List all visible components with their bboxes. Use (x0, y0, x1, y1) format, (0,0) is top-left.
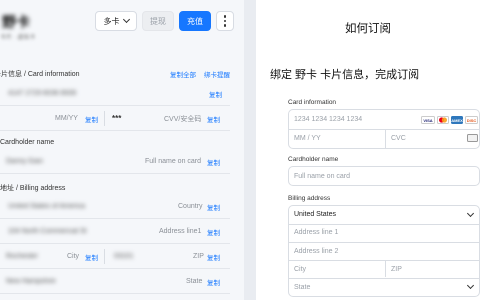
address2-input[interactable]: Address line 2 (294, 248, 338, 255)
zip-placeholder: ZIP (193, 253, 204, 260)
chevron-down-icon (466, 281, 475, 290)
country-placeholder: Country (178, 203, 203, 210)
card-info-actions: 复制全部 绑卡提醒 (170, 69, 230, 79)
form-divider (289, 129, 479, 130)
holder-title: Cardholder name (0, 139, 55, 146)
amex-icon: AMEX (451, 116, 463, 124)
state-select[interactable]: State (294, 284, 310, 291)
multi-card-dropdown[interactable]: 多卡 (95, 11, 137, 31)
billing-section: 账单地址 / Billing address (0, 183, 244, 193)
card-toolbar: 多卡 提现 充值 (95, 11, 234, 31)
multi-card-label: 多卡 (103, 16, 120, 26)
cvc-card-icon (467, 134, 478, 142)
expiry-input[interactable]: MM / YY (294, 135, 321, 142)
chevron-down-icon (466, 209, 475, 218)
copy-all-link[interactable]: 复制全部 (170, 69, 196, 79)
mastercard-icon (437, 116, 449, 124)
copy-expiry-button[interactable]: 复制 (85, 114, 98, 124)
discover-icon: DISC (465, 116, 478, 124)
billing-title: 账单地址 / Billing address (0, 185, 66, 192)
form-divider (385, 129, 386, 148)
zip-value: 03101 (114, 253, 134, 260)
address1-input[interactable]: Address line 1 (294, 229, 338, 236)
form-divider (385, 260, 386, 277)
city-input[interactable]: City (294, 266, 306, 273)
state-value: New Hampshire (6, 278, 56, 285)
card-number-value: 4147 2729 6036 8939 (8, 90, 77, 97)
copy-holder-button[interactable]: 复制 (207, 157, 220, 167)
copy-card-number-button[interactable]: 复制 (209, 89, 222, 99)
card-subtitle: 卡片 · 虚拟卡 (0, 35, 36, 41)
holder-input[interactable]: Full name on card (294, 173, 350, 180)
cvv-value: *** (112, 114, 122, 123)
bind-card-link[interactable]: 绑卡提醒 (204, 69, 230, 79)
card-info-label: Card information (288, 99, 337, 106)
copy-address1-button[interactable]: 复制 (207, 227, 220, 237)
card-info-form: 1234 1234 1234 1234 VISA AMEX DISC MM / … (288, 109, 480, 149)
guide-subtitle: 绑定 野卡 卡片信息，完成订阅 (270, 69, 420, 81)
subscription-guide-panel: 如何订阅 绑定 野卡 卡片信息，完成订阅 Card information 12… (256, 0, 480, 300)
row-divider (104, 111, 105, 126)
country-select[interactable]: United States (294, 211, 336, 218)
holder-section: Cardholder name (0, 139, 244, 146)
billing-label: Billing address (288, 195, 331, 202)
card-details-panel: 野卡 卡片 · 虚拟卡 多卡 提现 充值 卡片信息 / Card informa… (0, 0, 244, 300)
card-info-section: 卡片信息 / Card information 复制全部 绑卡提醒 (0, 69, 244, 79)
row-divider (104, 249, 105, 264)
copy-zip-button[interactable]: 复制 (207, 252, 220, 262)
city-placeholder: City (67, 253, 80, 260)
billing-form: United States Address line 1 Address lin… (288, 205, 480, 297)
zip-input[interactable]: ZIP (391, 266, 402, 273)
copy-country-button[interactable]: 复制 (207, 202, 220, 212)
holder-placeholder: Full name on card (145, 158, 202, 165)
form-divider (289, 278, 479, 279)
expiry-placeholder: MM/YY (55, 115, 78, 122)
copy-cvv-button[interactable]: 复制 (207, 114, 220, 124)
more-vertical-icon (223, 15, 227, 27)
state-placeholder: State (186, 278, 203, 285)
form-divider (289, 260, 479, 261)
chevron-down-icon (122, 15, 130, 24)
form-divider (289, 224, 479, 225)
topup-button[interactable]: 充值 (179, 11, 211, 31)
card-name: 野卡 (2, 14, 30, 30)
state-row: New Hampshire State 复制 (0, 270, 230, 294)
form-divider (289, 242, 479, 243)
address1-placeholder: Address line1 (159, 228, 202, 235)
expiry-cvv-row: MM/YY 复制 *** CVV/安全码 复制 (0, 107, 230, 131)
more-options-button[interactable] (216, 11, 234, 31)
card-number-row: 4147 2729 6036 8939 复制 (0, 82, 230, 106)
holder-label: Cardholder name (288, 156, 339, 163)
holder-input-box: Full name on card (288, 166, 480, 186)
country-row: United States of America Country 复制 (0, 195, 230, 219)
address1-value: 104 North Commercial St (8, 228, 87, 235)
address1-row: 104 North Commercial St Address line1 复制 (0, 220, 230, 244)
city-zip-row: Rochester City 复制 03101 ZIP 复制 (0, 245, 230, 269)
visa-icon: VISA (421, 116, 435, 124)
guide-title: 如何订阅 (345, 23, 391, 35)
screen: 野卡 卡片 · 虚拟卡 多卡 提现 充值 卡片信息 / Card informa… (0, 0, 480, 300)
holder-value: Danny Gian (6, 158, 43, 165)
holder-row: Danny Gian Full name on card 复制 (0, 150, 230, 174)
copy-city-button[interactable]: 复制 (85, 252, 98, 262)
withdraw-button[interactable]: 提现 (142, 11, 174, 31)
country-value: United States of America (8, 203, 86, 210)
copy-state-button[interactable]: 复制 (207, 277, 220, 287)
city-value: Rochester (6, 253, 38, 260)
cvv-placeholder: CVV/安全码 (164, 115, 202, 123)
card-number-input[interactable]: 1234 1234 1234 1234 (294, 116, 362, 123)
cvc-input[interactable]: CVC (391, 135, 406, 142)
